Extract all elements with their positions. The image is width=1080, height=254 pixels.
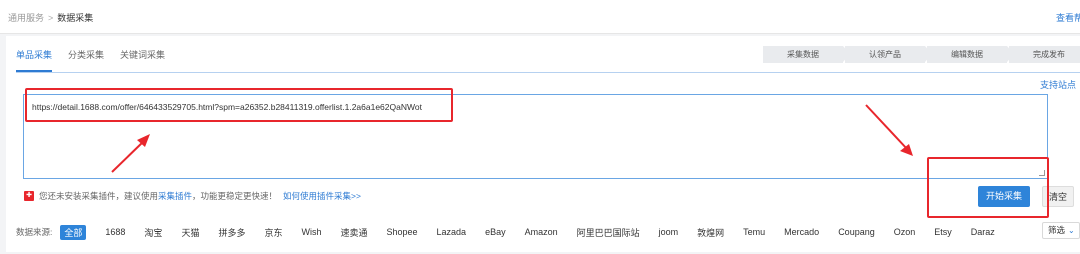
- url-input-value: https://detail.1688.com/offer/6464335297…: [32, 102, 422, 112]
- breadcrumb-current: 数据采集: [57, 13, 94, 23]
- source-jd[interactable]: 京东: [264, 226, 282, 239]
- filter-label: 筛选: [1048, 225, 1066, 235]
- notice-text-2: ，功能更稳定更快速！: [192, 191, 278, 201]
- source-etsy[interactable]: Etsy: [934, 227, 952, 237]
- source-wish[interactable]: Wish: [301, 227, 321, 237]
- tab-single-product[interactable]: 单品采集: [16, 44, 53, 72]
- step-claim: 认领产品: [845, 46, 932, 63]
- source-daraz[interactable]: Daraz: [971, 227, 995, 237]
- source-dhgate[interactable]: 敦煌网: [697, 226, 724, 239]
- flag-icon: ✚: [24, 191, 34, 201]
- workflow-steps: 采集数据 认领产品 编辑数据 完成发布: [763, 46, 1080, 63]
- tab-divider: [16, 72, 1080, 73]
- step-collect: 采集数据: [763, 46, 850, 63]
- source-ebay[interactable]: eBay: [485, 227, 506, 237]
- notice-text: 您还未安装采集插件，建议使用: [39, 191, 159, 201]
- top-bar: 通用服务 > 数据采集 查看帮: [0, 0, 1080, 34]
- start-collect-button[interactable]: 开始采集: [978, 186, 1030, 207]
- source-coupang[interactable]: Coupang: [838, 227, 875, 237]
- chevron-down-icon: ⌄: [1068, 226, 1075, 235]
- source-taobao[interactable]: 淘宝: [144, 226, 162, 239]
- source-temu[interactable]: Temu: [743, 227, 765, 237]
- source-tmall[interactable]: 天猫: [181, 226, 199, 239]
- source-label: 数据来源:: [16, 227, 53, 237]
- breadcrumb: 通用服务 > 数据采集: [8, 11, 93, 24]
- clear-button[interactable]: 清空: [1042, 186, 1074, 207]
- source-all[interactable]: 全部: [60, 224, 87, 240]
- help-link[interactable]: 查看帮: [1056, 11, 1080, 24]
- plugin-howto-link[interactable]: 如何使用插件采集>>: [283, 190, 361, 202]
- supported-sites-link[interactable]: 支持站点: [1040, 78, 1076, 91]
- source-1688[interactable]: 1688: [105, 227, 125, 237]
- source-mercado[interactable]: Mercado: [784, 227, 819, 237]
- source-pinduoduo[interactable]: 拼多多: [218, 226, 245, 239]
- tab-category[interactable]: 分类采集: [68, 44, 104, 72]
- plugin-notice: ✚ 您还未安装采集插件，建议使用 采集插件 ，功能更稳定更快速！ 如何使用插件采集>>: [24, 189, 361, 203]
- resize-handle-icon[interactable]: [1039, 170, 1045, 176]
- plugin-link[interactable]: 采集插件: [158, 190, 192, 202]
- source-joom[interactable]: joom: [659, 227, 679, 237]
- filter-dropdown[interactable]: 筛选 ⌄: [1042, 222, 1080, 239]
- step-publish: 完成发布: [1009, 46, 1080, 63]
- source-aliexpress[interactable]: 速卖通: [340, 226, 367, 239]
- collect-panel: 单品采集 分类采集 关键词采集 采集数据 认领产品 编辑数据 完成发布 支持站点…: [6, 36, 1080, 252]
- tab-keyword[interactable]: 关键词采集: [120, 44, 165, 72]
- step-edit: 编辑数据: [927, 46, 1014, 63]
- source-amazon[interactable]: Amazon: [525, 227, 558, 237]
- source-alibaba[interactable]: 阿里巴巴国际站: [577, 226, 640, 239]
- source-ozon[interactable]: Ozon: [894, 227, 916, 237]
- breadcrumb-separator-icon: >: [48, 13, 54, 23]
- source-filter-row: 数据来源: 全部 1688 淘宝 天猫 拼多多 京东 Wish 速卖通 Shop…: [16, 224, 1014, 240]
- source-shopee[interactable]: Shopee: [387, 227, 418, 237]
- breadcrumb-parent[interactable]: 通用服务: [8, 13, 44, 23]
- source-lazada[interactable]: Lazada: [437, 227, 467, 237]
- collect-tabs: 单品采集 分类采集 关键词采集: [16, 44, 181, 72]
- url-input[interactable]: https://detail.1688.com/offer/6464335297…: [23, 94, 1048, 179]
